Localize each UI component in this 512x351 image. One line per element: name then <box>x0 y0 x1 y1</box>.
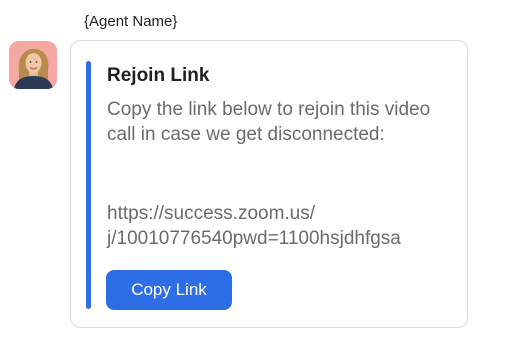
rejoin-link-url[interactable]: https://success.zoom.us/ j/10010776540pw… <box>107 201 457 251</box>
card-accent-bar <box>86 61 91 309</box>
agent-name: {Agent Name} <box>84 13 178 30</box>
copy-link-button[interactable]: Copy Link <box>106 270 232 310</box>
rejoin-link-url-line2: j/10010776540pwd=1100hsjdhfgsa <box>107 228 401 249</box>
card-body-text: Copy the link below to rejoin this video… <box>107 99 431 145</box>
agent-avatar <box>9 41 57 89</box>
agent-avatar-photo <box>9 41 57 89</box>
rejoin-link-url-line1: https://success.zoom.us/ <box>107 203 316 224</box>
card-title: Rejoin Link <box>107 65 210 86</box>
rejoin-link-card: Rejoin Link Copy the link below to rejoi… <box>70 40 468 328</box>
